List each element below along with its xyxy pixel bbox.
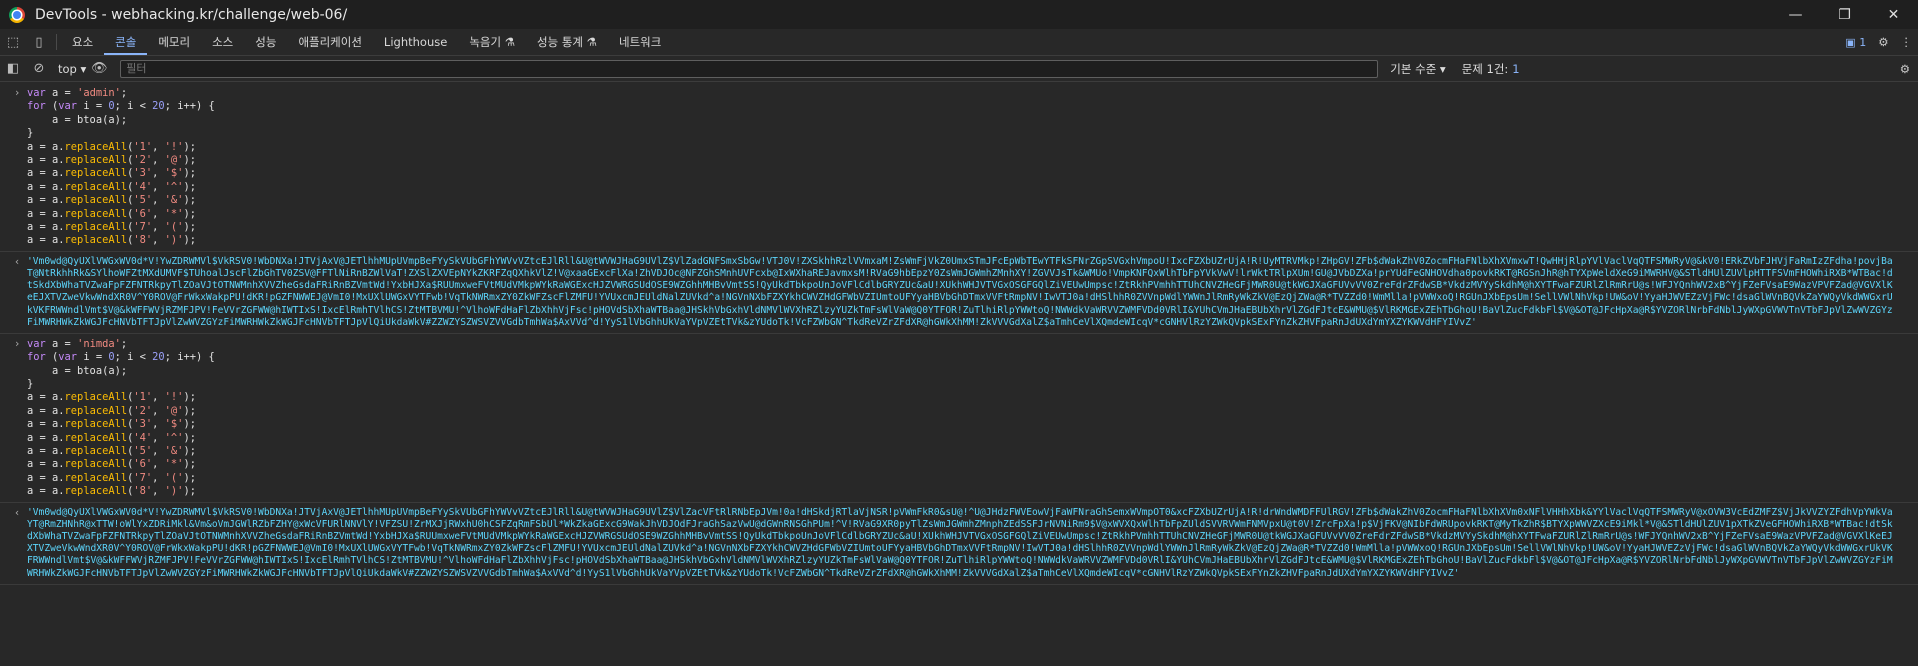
tab-console[interactable]: 콘솔 bbox=[104, 29, 148, 55]
window-title: DevTools - webhacking.kr/challenge/web-0… bbox=[35, 6, 348, 23]
console-filter-bar: ◧ ⊘ top ▾ 👁 기본 수준 ▾ 문제 1건:1 ⚙ bbox=[0, 56, 1918, 82]
code-line: a = btoa(a); bbox=[27, 113, 128, 126]
console-input-entry: › var a = 'nimda'; for (var i = 0; i < 2… bbox=[0, 334, 1918, 503]
tab-performance[interactable]: 성능 bbox=[244, 29, 287, 55]
issues-counter[interactable]: 문제 1건: 1 bbox=[1462, 61, 1520, 77]
code-line: for (var i = 0; i < 20; i++) { bbox=[27, 351, 215, 364]
device-toolbar-icon[interactable]: ▯ bbox=[26, 29, 52, 55]
title-bar: DevTools - webhacking.kr/challenge/web-0… bbox=[0, 0, 1918, 29]
code-line: a = a.replaceAll('2', '@'); bbox=[27, 153, 196, 166]
code-line: a = a.replaceAll('8', ')'); bbox=[27, 485, 196, 498]
issues-badge[interactable]: ▣ 1 bbox=[1845, 36, 1866, 49]
devtools-tab-bar: ⬚ ▯ 요소 콘솔 메모리 소스 성능 애플리케이션 Lighthouse 녹음… bbox=[0, 29, 1918, 56]
settings-gear-icon[interactable]: ⚙ bbox=[1878, 35, 1888, 49]
close-button[interactable]: ✕ bbox=[1869, 0, 1918, 29]
code-line: a = a.replaceAll('7', '('); bbox=[27, 220, 196, 233]
code-line: a = a.replaceAll('3', '$'); bbox=[27, 167, 196, 180]
maximize-button[interactable]: ❐ bbox=[1820, 0, 1869, 29]
tab-sources[interactable]: 소스 bbox=[201, 29, 244, 55]
tab-application[interactable]: 애플리케이션 bbox=[287, 29, 372, 55]
context-label: top bbox=[58, 61, 77, 76]
code-line: a = a.replaceAll('4', '^'); bbox=[27, 431, 196, 444]
code-line: a = a.replaceAll('5', '&'); bbox=[27, 445, 196, 458]
code-line: a = a.replaceAll('2', '@'); bbox=[27, 404, 196, 417]
divider bbox=[56, 34, 57, 50]
live-expression-eye-icon[interactable]: 👁 bbox=[86, 56, 112, 82]
code-line: a = a.replaceAll('6', '*'); bbox=[27, 458, 196, 471]
tab-performance-insights[interactable]: 성능 통계 ⚗ bbox=[526, 29, 608, 55]
sidebar-toggle-icon[interactable]: ◧ bbox=[0, 56, 26, 82]
log-levels-dropdown[interactable]: 기본 수준 ▾ bbox=[1390, 61, 1445, 77]
code-line: a = a.replaceAll('4', '^'); bbox=[27, 180, 196, 193]
code-line: a = a.replaceAll('7', '('); bbox=[27, 471, 196, 484]
clear-console-icon[interactable]: ⊘ bbox=[26, 56, 52, 82]
code-line: a = a.replaceAll('1', '!'); bbox=[27, 391, 196, 404]
code-line: } bbox=[27, 378, 34, 391]
code-line: a = a.replaceAll('1', '!'); bbox=[27, 140, 196, 153]
issues-badge-count: 1 bbox=[1859, 35, 1867, 49]
issues-badge-icon: ▣ bbox=[1845, 35, 1856, 49]
console-settings-gear-icon[interactable]: ⚙ bbox=[1900, 62, 1910, 76]
issues-count: 1 bbox=[1512, 61, 1520, 76]
result-string[interactable]: 'Vm0wd@QyUXlVWGxWV0d*V!YwZDRWMVl$VkRSV0!… bbox=[27, 507, 1898, 580]
toolbar-right: ▣ 1 ⚙ ⋮ bbox=[1845, 29, 1912, 55]
tab-recorder[interactable]: 녹음기 ⚗ bbox=[458, 29, 526, 55]
code-line: a = a.replaceAll('6', '*'); bbox=[27, 207, 196, 220]
tab-network[interactable]: 네트워크 bbox=[608, 29, 672, 55]
console-output[interactable]: › var a = 'admin'; for (var i = 0; i < 2… bbox=[0, 83, 1918, 666]
code-line: var a = 'admin'; bbox=[27, 87, 128, 99]
output-chevron-icon: ‹ bbox=[14, 255, 21, 268]
more-options-icon[interactable]: ⋮ bbox=[1901, 35, 1913, 49]
input-chevron-icon: › bbox=[14, 87, 21, 99]
context-selector[interactable]: top ▾ bbox=[58, 62, 86, 76]
console-result-entry: ‹ 'Vm0wd@QyUXlVWGxWV0d*V!YwZDRWMVl$VkRSV… bbox=[0, 503, 1918, 585]
window-controls: — ❐ ✕ bbox=[1771, 0, 1918, 29]
tab-lighthouse[interactable]: Lighthouse bbox=[373, 29, 458, 55]
code-line: a = a.replaceAll('3', '$'); bbox=[27, 418, 196, 431]
code-line: a = a.replaceAll('8', ')'); bbox=[27, 234, 196, 247]
code-line: } bbox=[27, 127, 34, 140]
issues-label: 문제 1건: bbox=[1461, 61, 1509, 76]
inspect-element-icon[interactable]: ⬚ bbox=[0, 29, 26, 55]
code-line: a = btoa(a); bbox=[27, 364, 128, 377]
minimize-button[interactable]: — bbox=[1771, 0, 1820, 29]
tab-memory[interactable]: 메모리 bbox=[147, 29, 201, 55]
chrome-logo-icon bbox=[9, 6, 25, 23]
code-line: a = a.replaceAll('5', '&'); bbox=[27, 194, 196, 207]
tab-elements[interactable]: 요소 bbox=[61, 29, 104, 55]
filter-input[interactable] bbox=[120, 59, 1379, 78]
console-input-entry: › var a = 'admin'; for (var i = 0; i < 2… bbox=[0, 83, 1918, 252]
result-string[interactable]: 'Vm0wd@QyUXlVWGxWV0d*V!YwZDRWMVl$VkRSV0!… bbox=[27, 256, 1898, 329]
input-chevron-icon: › bbox=[14, 337, 21, 350]
console-result-entry: ‹ 'Vm0wd@QyUXlVWGxWV0d*V!YwZDRWMVl$VkRSV… bbox=[0, 252, 1918, 334]
output-chevron-icon: ‹ bbox=[14, 506, 21, 519]
code-line: var a = 'nimda'; bbox=[27, 337, 128, 350]
code-line: for (var i = 0; i < 20; i++) { bbox=[27, 100, 215, 113]
